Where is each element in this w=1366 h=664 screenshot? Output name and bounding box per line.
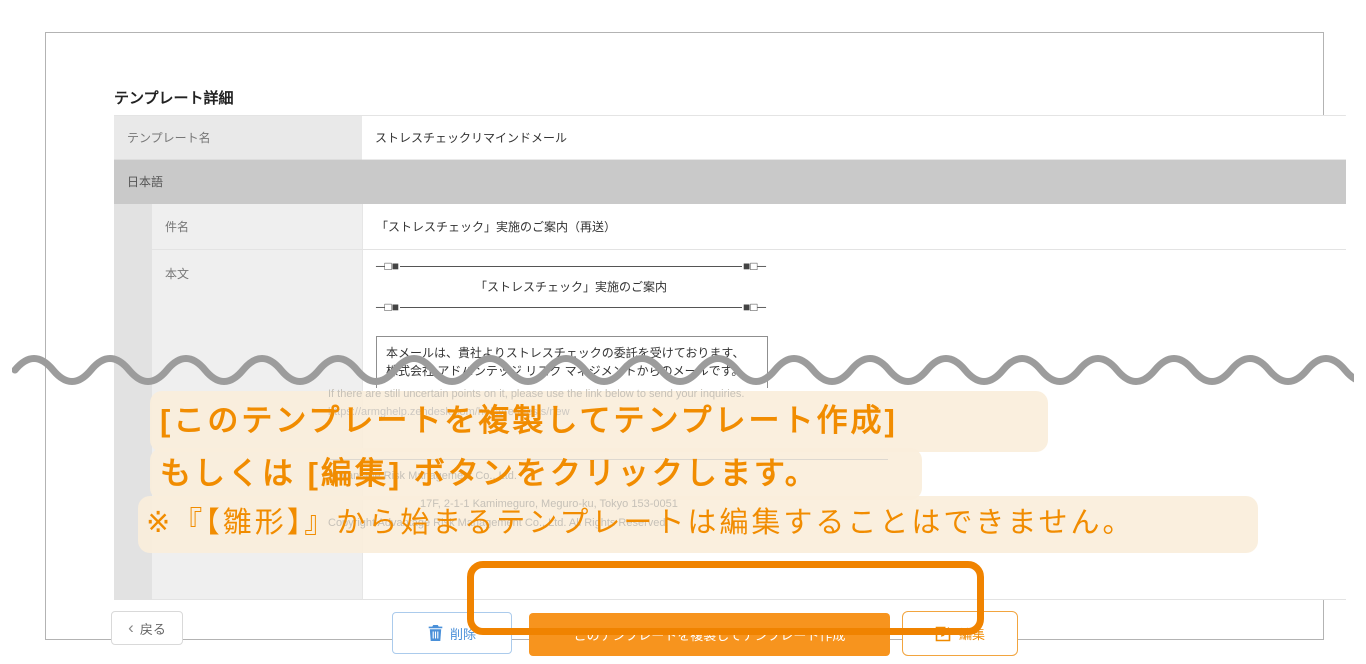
subject-label: 件名 xyxy=(152,204,362,250)
edit-button-label: 編集 xyxy=(959,624,985,643)
delete-button-label: 削除 xyxy=(450,624,476,643)
faded-mail-en-line: If there are still uncertain points on i… xyxy=(328,388,744,400)
chevron-left-icon: ‹ xyxy=(128,619,134,636)
instruction-line2: もしくは [編集] ボタンをクリックします。 xyxy=(160,458,819,489)
subject-value: 「ストレスチェック」実施のご案内（再送） xyxy=(362,204,1346,250)
back-button-label: 戻る xyxy=(140,619,166,638)
mail-header-decoration: ─□■ ■□─ 「ストレスチェック」実施のご案内 ─□■ ■□─ xyxy=(376,258,766,315)
template-name-value: ストレスチェックリマインドメール xyxy=(362,116,1346,160)
trash-icon xyxy=(428,625,443,641)
page-title: テンプレート詳細 xyxy=(114,87,234,108)
template-detail-page: テンプレート詳細 テンプレート名 ストレスチェックリマインドメール 日本語 件名… xyxy=(0,0,1366,664)
template-name-label: テンプレート名 xyxy=(114,116,362,160)
table-row-template-name: テンプレート名 ストレスチェックリマインドメール xyxy=(114,116,1346,160)
deco-line-bottom: ─□■ ■□─ xyxy=(376,299,766,315)
table-row-subject: 件名 「ストレスチェック」実施のご案内（再送） xyxy=(152,204,1346,250)
edit-button[interactable]: 編集 xyxy=(902,611,1018,656)
edit-pencil-icon xyxy=(935,625,952,642)
delete-button[interactable]: 削除 xyxy=(392,612,512,654)
language-section-bar: 日本語 xyxy=(114,160,1346,204)
deco-line-top: ─□■ ■□─ xyxy=(376,258,766,274)
back-button[interactable]: ‹ 戻る xyxy=(111,611,183,645)
instruction-note: ※『【雛形】』から始まるテンプレートは編集することはできません。 xyxy=(146,509,1135,538)
duplicate-template-button[interactable]: このテンプレートを複製してテンプレート作成 xyxy=(529,613,890,656)
mail-title: 「ストレスチェック」実施のご案内 xyxy=(376,274,766,299)
instruction-line1: [このテンプレートを複製してテンプレート作成] xyxy=(160,405,898,436)
